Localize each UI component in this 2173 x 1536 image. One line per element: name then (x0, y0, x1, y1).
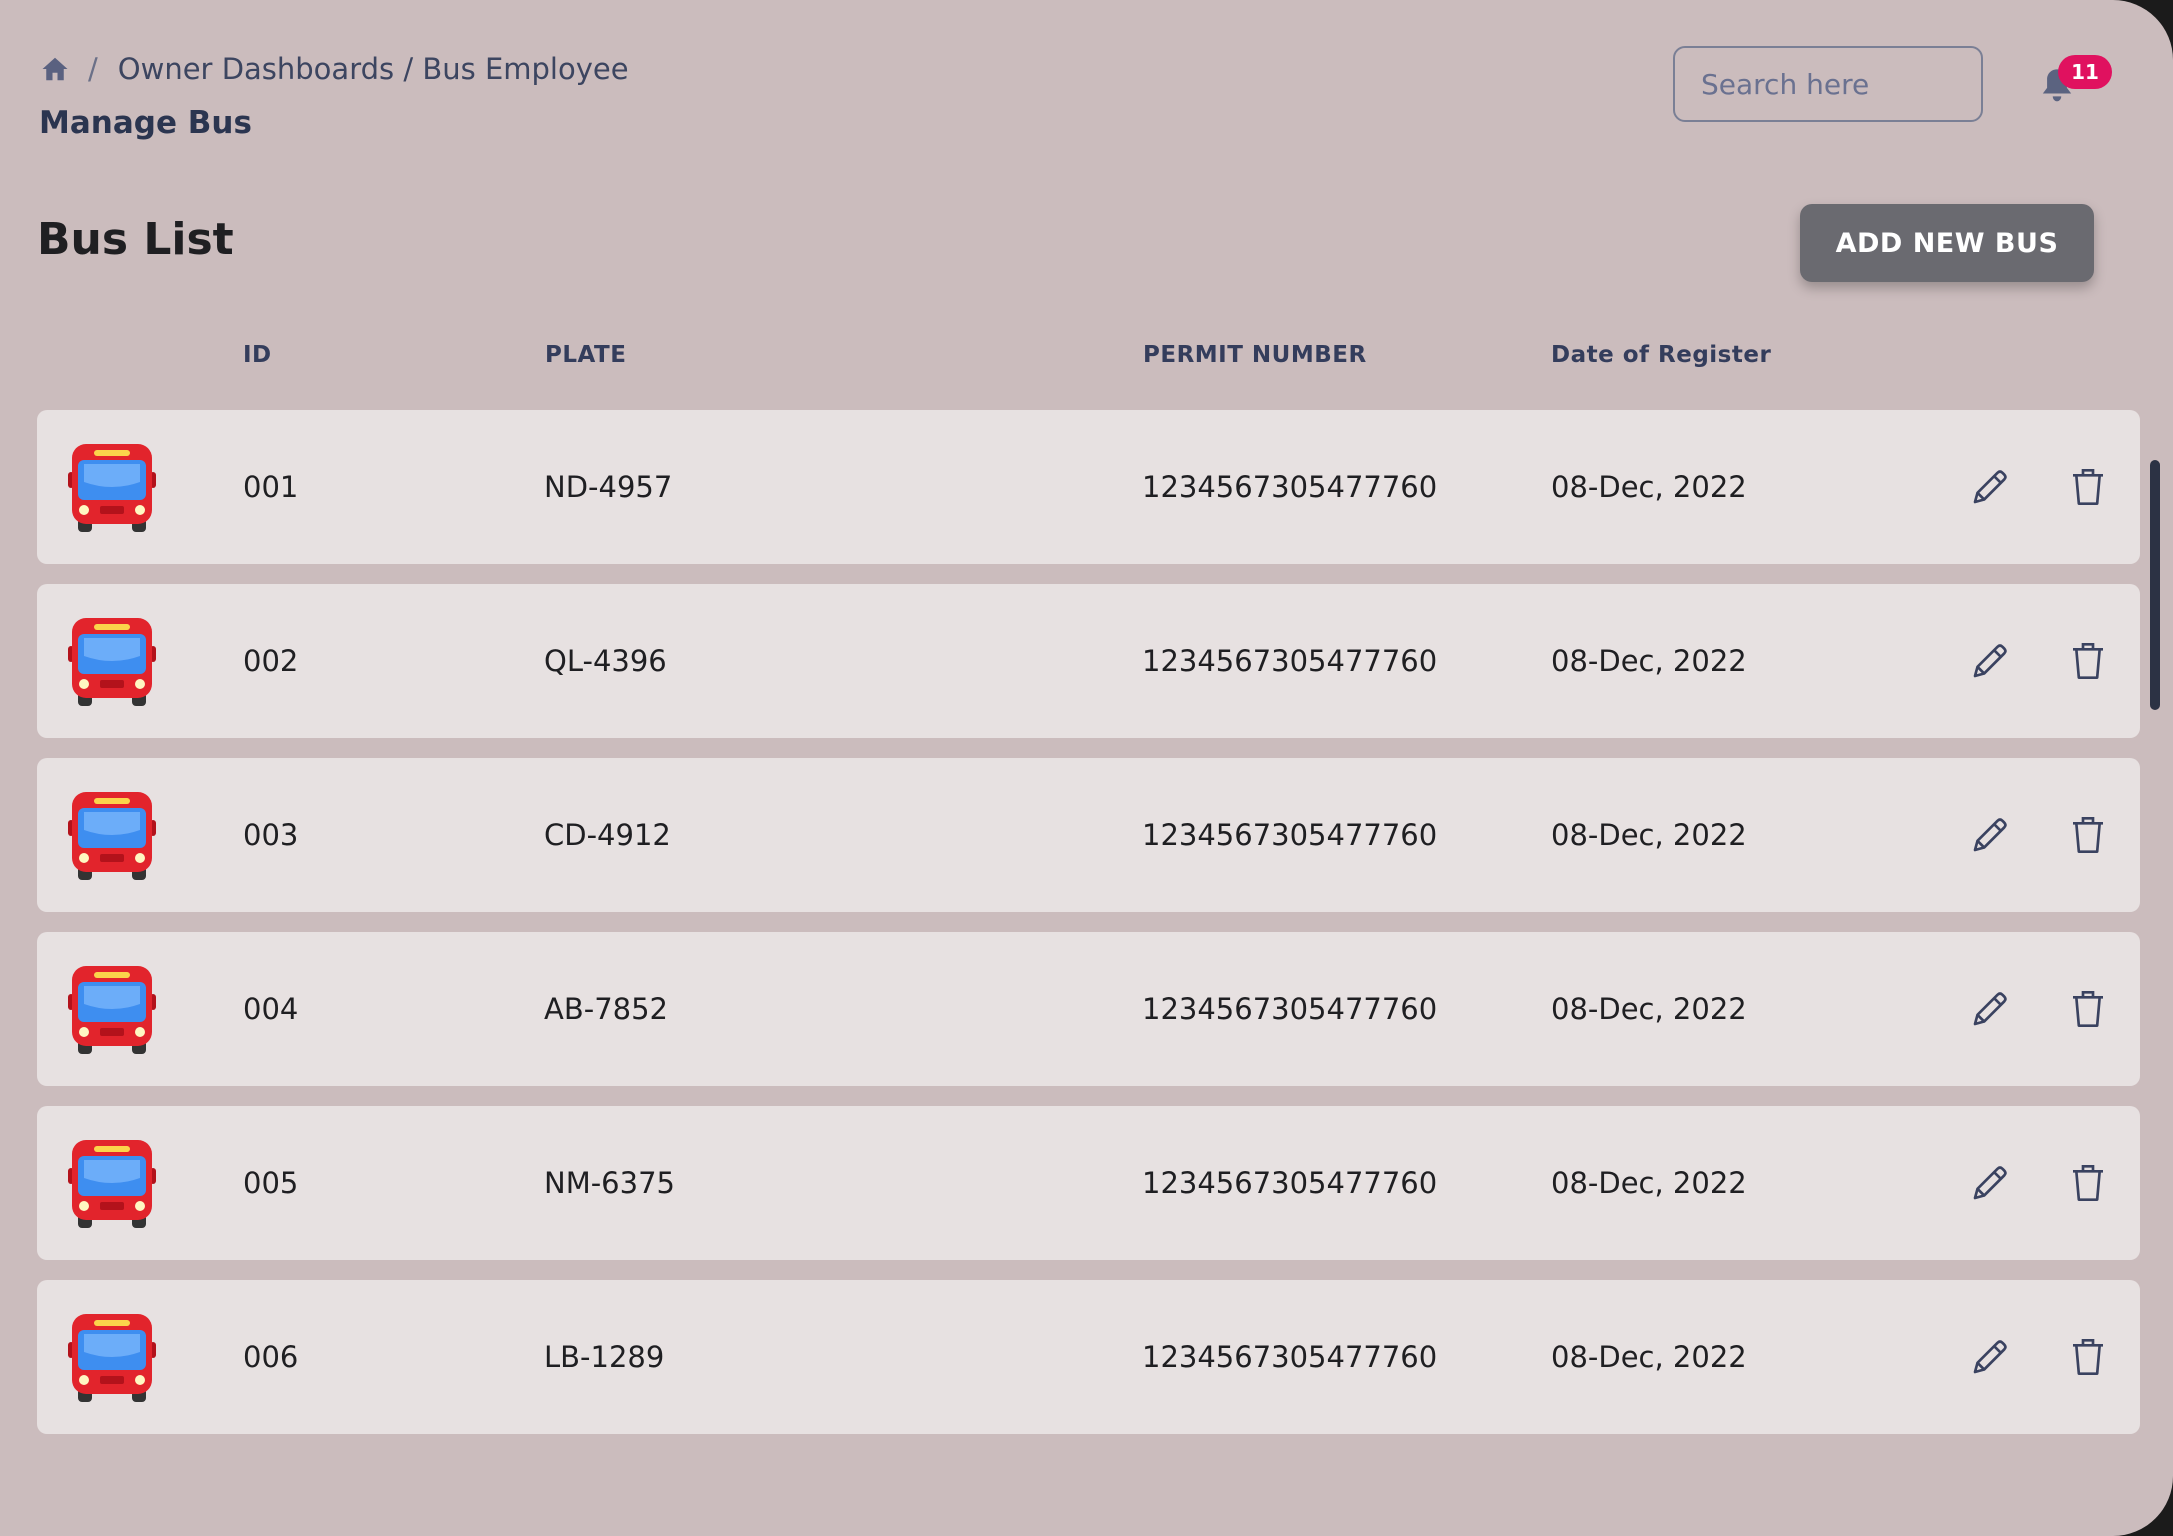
pencil-icon[interactable] (1970, 1163, 2010, 1203)
table-row[interactable]: 001 ND-4957 1234567305477760 08-Dec, 202… (37, 410, 2140, 564)
bus-plate: ND-4957 (544, 470, 673, 504)
bus-date-of-register: 08-Dec, 2022 (1551, 818, 1747, 852)
trash-icon[interactable] (2071, 989, 2105, 1029)
trash-icon[interactable] (2071, 641, 2105, 681)
home-icon[interactable] (40, 54, 70, 84)
bus-permit-number: 1234567305477760 (1142, 1166, 1438, 1200)
bus-date-of-register: 08-Dec, 2022 (1551, 644, 1747, 678)
table-row[interactable]: 003 CD-4912 1234567305477760 08-Dec, 202… (37, 758, 2140, 912)
table-row[interactable]: 005 NM-6375 1234567305477760 08-Dec, 202… (37, 1106, 2140, 1260)
column-header-plate[interactable]: PLATE (545, 342, 626, 368)
column-header-id[interactable]: ID (243, 342, 272, 368)
bus-date-of-register: 08-Dec, 2022 (1551, 470, 1747, 504)
trash-icon[interactable] (2071, 1337, 2105, 1377)
table-row[interactable]: 002 QL-4396 1234567305477760 08-Dec, 202… (37, 584, 2140, 738)
app-window: / Owner Dashboards / Bus Employee Manage… (0, 0, 2173, 1536)
bus-icon (68, 966, 156, 1054)
table-row[interactable]: 004 AB-7852 1234567305477760 08-Dec, 202… (37, 932, 2140, 1086)
breadcrumb-path[interactable]: Owner Dashboards / Bus Employee (118, 52, 629, 86)
bus-id: 006 (243, 1340, 299, 1374)
bus-icon (68, 792, 156, 880)
pencil-icon[interactable] (1970, 815, 2010, 855)
trash-icon[interactable] (2071, 1163, 2105, 1203)
bus-plate: LB-1289 (544, 1340, 665, 1374)
bus-plate: QL-4396 (544, 644, 667, 678)
trash-icon[interactable] (2071, 815, 2105, 855)
search-input[interactable] (1673, 46, 1983, 122)
bus-id: 002 (243, 644, 299, 678)
bus-plate: CD-4912 (544, 818, 671, 852)
list-title: Bus List (37, 214, 234, 265)
bus-id: 001 (243, 470, 299, 504)
bus-id: 004 (243, 992, 299, 1026)
bus-plate: NM-6375 (544, 1166, 675, 1200)
bus-plate: AB-7852 (544, 992, 669, 1026)
bus-icon (68, 618, 156, 706)
scrollbar[interactable] (2150, 460, 2160, 710)
bus-permit-number: 1234567305477760 (1142, 1340, 1438, 1374)
breadcrumb: / Owner Dashboards / Bus Employee (40, 52, 629, 86)
bus-permit-number: 1234567305477760 (1142, 818, 1438, 852)
pencil-icon[interactable] (1970, 641, 2010, 681)
bus-permit-number: 1234567305477760 (1142, 992, 1438, 1026)
bus-permit-number: 1234567305477760 (1142, 470, 1438, 504)
pencil-icon[interactable] (1970, 467, 2010, 507)
bus-date-of-register: 08-Dec, 2022 (1551, 1166, 1747, 1200)
column-header-date-of-register[interactable]: Date of Register (1551, 342, 1771, 368)
breadcrumb-separator: / (88, 52, 98, 86)
bus-icon (68, 1140, 156, 1228)
notification-badge: 11 (2058, 55, 2112, 89)
bus-id: 005 (243, 1166, 299, 1200)
pencil-icon[interactable] (1970, 989, 2010, 1029)
add-new-bus-button[interactable]: ADD NEW BUS (1800, 204, 2094, 282)
bus-id: 003 (243, 818, 299, 852)
bus-icon (68, 1314, 156, 1402)
page-title: Manage Bus (39, 105, 252, 141)
bus-icon (68, 444, 156, 532)
column-header-permit-number[interactable]: PERMIT NUMBER (1143, 342, 1367, 368)
bus-date-of-register: 08-Dec, 2022 (1551, 992, 1747, 1026)
trash-icon[interactable] (2071, 467, 2105, 507)
bus-date-of-register: 08-Dec, 2022 (1551, 1340, 1747, 1374)
table-row[interactable]: 006 LB-1289 1234567305477760 08-Dec, 202… (37, 1280, 2140, 1434)
pencil-icon[interactable] (1970, 1337, 2010, 1377)
bus-permit-number: 1234567305477760 (1142, 644, 1438, 678)
